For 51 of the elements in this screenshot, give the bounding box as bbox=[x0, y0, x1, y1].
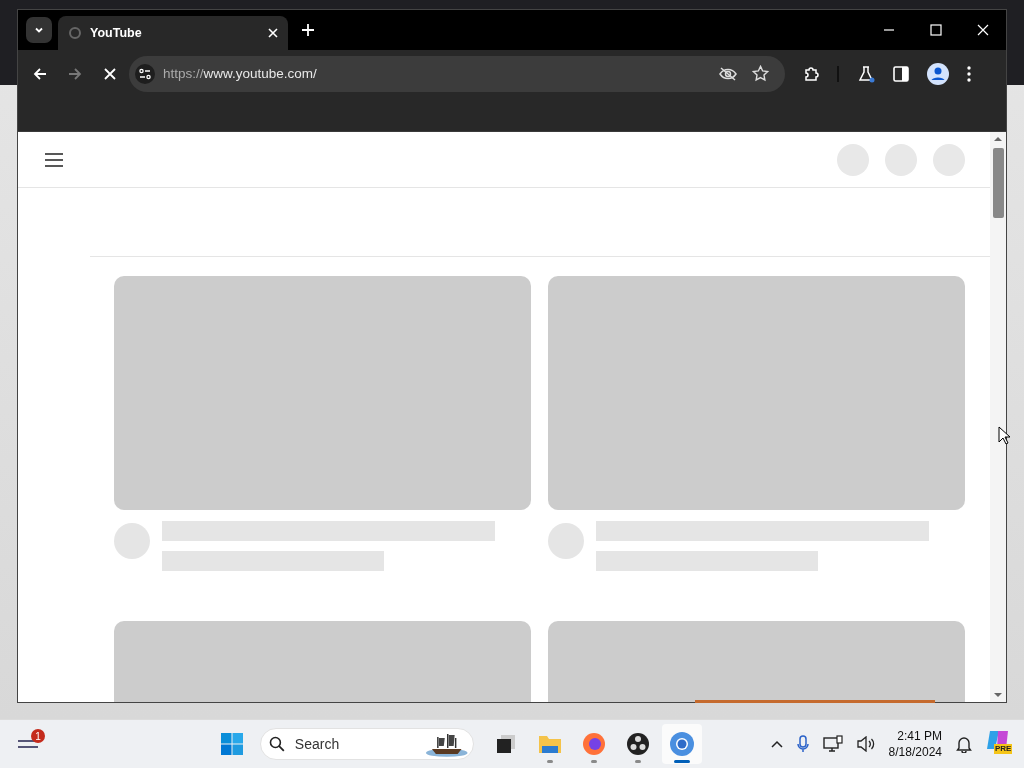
loading-icon bbox=[68, 26, 82, 40]
menu-icon[interactable] bbox=[45, 152, 63, 167]
bell-icon[interactable] bbox=[956, 735, 972, 753]
avatar-placeholder bbox=[548, 523, 584, 559]
browser-icon bbox=[669, 731, 695, 757]
windows-start-icon[interactable] bbox=[220, 732, 244, 756]
search-button[interactable]: Search bbox=[260, 728, 474, 760]
scroll-down-icon[interactable] bbox=[994, 692, 1002, 698]
chevron-up-icon[interactable] bbox=[770, 740, 783, 748]
widgets-icon bbox=[18, 740, 38, 748]
monitor-icon[interactable] bbox=[822, 735, 843, 753]
microphone-icon[interactable] bbox=[796, 735, 809, 753]
ship-icon bbox=[423, 731, 469, 757]
scrollbar-thumb[interactable] bbox=[992, 148, 1004, 218]
browser-icon bbox=[582, 732, 606, 756]
puzzle-icon[interactable] bbox=[803, 64, 821, 83]
notification-badge: 1 bbox=[31, 729, 45, 743]
clock-time[interactable]: 2:41 PM bbox=[897, 728, 942, 744]
address-bar[interactable]: https://www.youtube.com/ bbox=[129, 55, 785, 92]
browser-tab[interactable]: YouTube bbox=[58, 16, 288, 50]
plus-icon[interactable] bbox=[302, 24, 314, 36]
flask-icon[interactable] bbox=[857, 64, 875, 83]
eye-slash-icon[interactable] bbox=[718, 65, 738, 82]
url-text: https://www.youtube.com/ bbox=[163, 66, 317, 81]
maximize-icon[interactable] bbox=[930, 24, 942, 36]
site-settings-icon[interactable] bbox=[135, 63, 155, 84]
search-icon bbox=[269, 736, 285, 752]
forward-icon[interactable] bbox=[67, 65, 83, 82]
star-icon[interactable] bbox=[752, 65, 769, 82]
close-icon[interactable] bbox=[268, 28, 278, 38]
speaker-icon[interactable] bbox=[856, 736, 875, 752]
folder-icon bbox=[538, 733, 562, 755]
record-icon bbox=[626, 732, 650, 756]
avatar-placeholder bbox=[114, 523, 150, 559]
cursor-icon bbox=[998, 426, 1010, 445]
scrollbar[interactable] bbox=[990, 132, 1006, 702]
preview-badge: PRE bbox=[994, 744, 1013, 754]
window-stack-icon bbox=[495, 733, 517, 755]
copilot-button[interactable]: PRE bbox=[986, 729, 1014, 759]
more-icon[interactable] bbox=[967, 65, 971, 82]
profile-avatar[interactable] bbox=[927, 62, 949, 85]
scroll-up-icon[interactable] bbox=[994, 136, 1002, 142]
stop-icon[interactable] bbox=[102, 65, 118, 82]
close-icon[interactable] bbox=[977, 24, 989, 36]
back-icon[interactable] bbox=[32, 65, 48, 82]
side-panel-icon[interactable] bbox=[893, 65, 909, 82]
tab-search-button[interactable] bbox=[26, 17, 52, 43]
clock-date[interactable]: 8/18/2024 bbox=[888, 744, 942, 760]
widgets-button[interactable]: 1 bbox=[18, 727, 48, 761]
taskbar-app[interactable] bbox=[662, 724, 702, 764]
tab-title: YouTube bbox=[90, 26, 143, 40]
